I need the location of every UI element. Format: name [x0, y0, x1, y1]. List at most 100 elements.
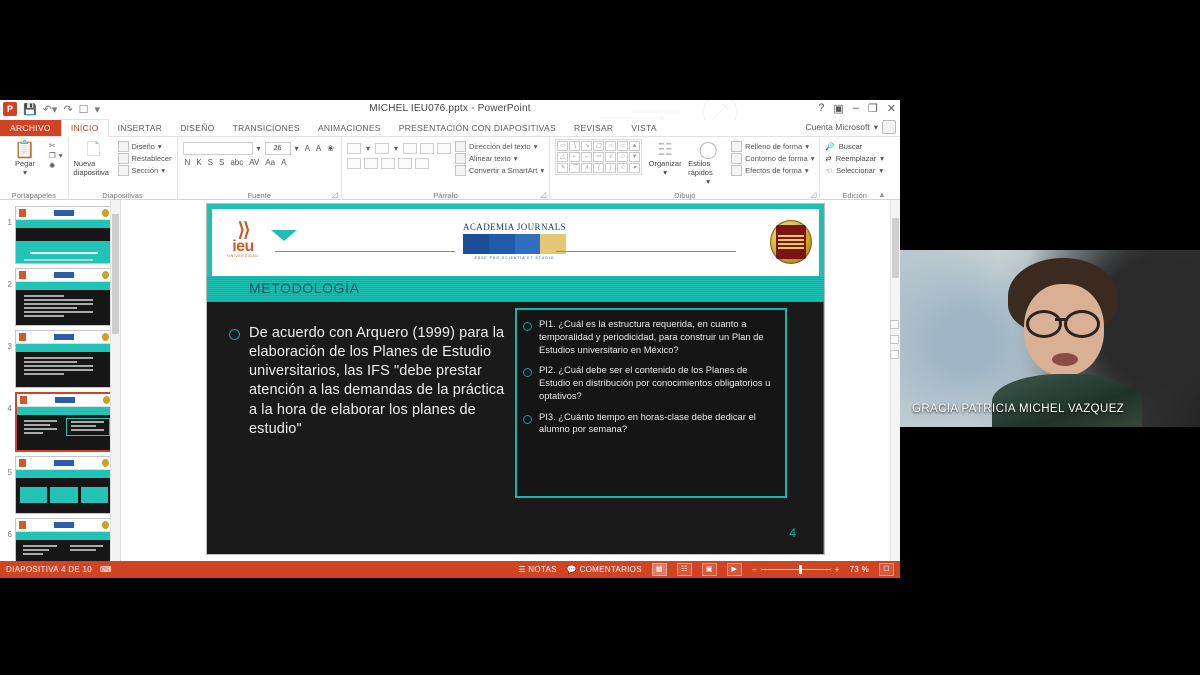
- chevron-down-icon[interactable]: ▾: [392, 144, 400, 153]
- tab-transiciones[interactable]: TRANSICIONES: [224, 120, 309, 136]
- font-name-input[interactable]: [182, 142, 253, 155]
- shape-rounded-rect-icon[interactable]: ▭: [617, 141, 629, 151]
- slide-editing-stage[interactable]: ⟩⟩ ieu UNIVERSIDAD ACADEMIA JOURNALS ESS…: [121, 200, 900, 563]
- shape-flowchart-icon[interactable]: ▱: [617, 152, 629, 162]
- chevron-down-icon[interactable]: ▾: [293, 144, 301, 153]
- align-center-icon[interactable]: [363, 158, 378, 169]
- fit-to-window-icon[interactable]: ☐: [879, 563, 894, 576]
- chevron-down-icon[interactable]: ▾: [805, 142, 809, 151]
- thumbnail-preview[interactable]: [15, 456, 113, 514]
- normal-view-icon[interactable]: ▦: [651, 563, 667, 576]
- thumbnail-preview[interactable]: [15, 392, 115, 452]
- font-color-button[interactable]: A: [279, 158, 288, 167]
- paste-button[interactable]: 📋 Pegar ▾: [5, 139, 45, 177]
- shape-triangle-icon[interactable]: △: [557, 152, 569, 162]
- align-left-icon[interactable]: [346, 158, 361, 169]
- increase-indent-icon[interactable]: [419, 143, 434, 154]
- thumbnail-slide-4[interactable]: 4: [0, 390, 120, 454]
- shape-outline-button[interactable]: Contorno de forma ▾: [731, 153, 814, 164]
- stage-scroll-thumb[interactable]: [892, 218, 899, 278]
- zoom-slider-handle[interactable]: [798, 565, 802, 574]
- shape-line-icon[interactable]: ╲: [569, 141, 581, 151]
- shape-effects-button[interactable]: Efectos de forma ▾: [731, 165, 814, 176]
- shape-left-brace-icon[interactable]: {: [593, 163, 605, 173]
- clear-formatting-icon[interactable]: ❀: [325, 144, 336, 153]
- slide-sorter-icon[interactable]: ☷: [676, 563, 692, 576]
- font-dialog-launcher-icon[interactable]: ◿: [332, 190, 338, 199]
- shape-freeform-icon[interactable]: ✎: [557, 163, 569, 173]
- shape-oval-icon[interactable]: ○: [605, 141, 617, 151]
- change-case-button[interactable]: Aa: [263, 158, 277, 167]
- zoom-control[interactable]: – +: [752, 565, 840, 574]
- bullets-icon[interactable]: [346, 143, 361, 154]
- zoom-slider[interactable]: [760, 565, 831, 574]
- replace-button[interactable]: ⇄ Reemplazar ▾: [825, 154, 884, 163]
- chevron-down-icon[interactable]: ▾: [158, 142, 162, 151]
- zoom-in-button[interactable]: +: [835, 565, 840, 574]
- thumbnail-slide-2[interactable]: 2: [0, 266, 120, 328]
- drawing-dialog-launcher-icon[interactable]: ◿: [810, 190, 816, 199]
- new-slide-button[interactable]: 🗋 Nueva diapositiva: [74, 139, 114, 177]
- chevron-down-icon[interactable]: ▾: [534, 142, 538, 151]
- chevron-down-icon[interactable]: ▾: [663, 168, 667, 177]
- shape-arrow-icon[interactable]: ↘: [581, 141, 593, 151]
- tab-animaciones[interactable]: ANIMACIONES: [309, 120, 390, 136]
- align-right-icon[interactable]: [380, 158, 395, 169]
- shape-corner-icon[interactable]: ⌐: [569, 152, 581, 162]
- reading-view-icon[interactable]: ▣: [701, 563, 717, 576]
- shapes-scroll-up-icon[interactable]: ▲: [629, 141, 641, 151]
- research-questions-box[interactable]: PI1. ¿Cuál es la estructura requerida, e…: [515, 308, 787, 498]
- reset-button[interactable]: Restablecer: [117, 153, 172, 164]
- thumbnail-preview[interactable]: [15, 206, 113, 264]
- comments-button[interactable]: 💬 COMENTARIOS: [567, 565, 642, 574]
- collapse-ribbon-icon[interactable]: ▲: [878, 190, 886, 199]
- tab-insertar[interactable]: INSERTAR: [109, 120, 172, 136]
- shape-fill-button[interactable]: Relleno de forma ▾: [731, 141, 814, 152]
- decrease-indent-icon[interactable]: [402, 143, 417, 154]
- thumbnail-scrollbar[interactable]: [110, 200, 120, 563]
- zoom-out-button[interactable]: –: [752, 565, 757, 574]
- chevron-down-icon[interactable]: ▾: [706, 177, 710, 186]
- strikethrough-button[interactable]: abc: [228, 158, 245, 167]
- shape-rectangle-icon[interactable]: ▢: [593, 141, 605, 151]
- thumbnail-slide-1[interactable]: 1: [0, 204, 120, 266]
- shape-right-arrow-icon[interactable]: ⇨: [593, 152, 605, 162]
- ribbon-display-options-button[interactable]: ▣: [833, 102, 843, 115]
- thumbnail-preview[interactable]: [15, 268, 113, 326]
- italic-button[interactable]: K: [194, 158, 203, 167]
- current-slide[interactable]: ⟩⟩ ieu UNIVERSIDAD ACADEMIA JOURNALS ESS…: [206, 203, 825, 555]
- justify-icon[interactable]: [397, 158, 412, 169]
- chevron-down-icon[interactable]: ▾: [255, 144, 263, 153]
- shapes-scroll-down-icon[interactable]: ▼: [629, 152, 641, 162]
- shape-step-icon[interactable]: ⌐: [581, 152, 593, 162]
- tab-revisar[interactable]: REVISAR: [565, 120, 622, 136]
- chevron-down-icon[interactable]: ▾: [805, 166, 809, 175]
- convert-to-smartart-button[interactable]: Convertir a SmartArt ▾: [454, 165, 544, 176]
- shape-arc-icon[interactable]: ∧: [581, 163, 593, 173]
- language-icon[interactable]: ⌨: [100, 565, 112, 574]
- paragraph-dialog-launcher-icon[interactable]: ◿: [540, 190, 546, 199]
- next-slide-button[interactable]: [890, 350, 899, 359]
- slide-thumbnail-pane[interactable]: 1 2 3 4 5 6: [0, 200, 121, 563]
- slideshow-icon[interactable]: ▶: [726, 563, 742, 576]
- account-area[interactable]: Cuenta Microsoft ▾: [805, 120, 896, 134]
- tab-vista[interactable]: VISTA: [622, 120, 665, 136]
- text-shadow-button[interactable]: S: [217, 158, 226, 167]
- thumbnail-slide-6[interactable]: 6: [0, 516, 120, 563]
- chevron-down-icon[interactable]: ▾: [23, 168, 27, 177]
- chevron-down-icon[interactable]: ▾: [364, 144, 372, 153]
- bold-button[interactable]: N: [183, 158, 193, 167]
- shape-curve-icon[interactable]: ⌒: [569, 163, 581, 173]
- chevron-down-icon[interactable]: ▾: [811, 154, 815, 163]
- tab-diseno[interactable]: DISEÑO: [171, 120, 223, 136]
- chevron-down-icon[interactable]: ▾: [59, 151, 63, 160]
- text-direction-button[interactable]: Dirección del texto ▾: [454, 141, 544, 152]
- chevron-down-icon[interactable]: ▾: [161, 166, 165, 175]
- section-button[interactable]: Sección ▾: [117, 165, 172, 176]
- find-button[interactable]: 🔎 Buscar: [825, 142, 884, 151]
- quick-styles-button[interactable]: ◯ Estilos rápidos ▾: [688, 139, 728, 186]
- shape-textbox-icon[interactable]: ▭: [557, 141, 569, 151]
- avatar[interactable]: [882, 120, 896, 134]
- character-spacing-button[interactable]: AV: [247, 158, 261, 167]
- close-button[interactable]: ✕: [887, 102, 896, 115]
